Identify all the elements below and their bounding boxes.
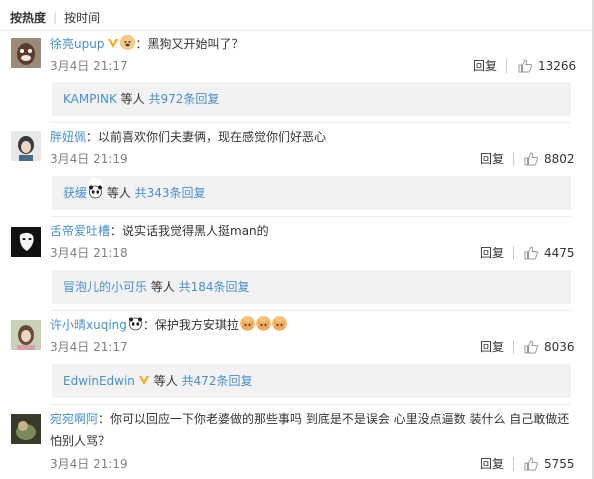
reply-button[interactable]: 回复: [480, 456, 504, 472]
thumbs-up-icon: [524, 246, 538, 260]
avatar[interactable]: [11, 414, 41, 444]
comment-line: 舌帝爱吐槽：说实话我觉得黑人挺man的: [50, 222, 269, 240]
sub-reply-names[interactable]: KAMPINK: [63, 92, 117, 106]
action-divider: [513, 246, 514, 260]
avatar-image-icon: [11, 131, 41, 161]
like-button[interactable]: 8036: [524, 339, 575, 355]
comment-text-continued: 怕别人骂？: [50, 434, 111, 448]
sub-reply-names[interactable]: 获缓: [63, 186, 87, 200]
avatar-image-icon: [11, 414, 41, 444]
sort-bar: 按热度 | 按时间: [10, 8, 100, 26]
action-divider: [506, 59, 507, 73]
avatar[interactable]: [11, 320, 41, 350]
avatar-image-icon: [11, 227, 41, 257]
comment-username[interactable]: 许小晴xuqing: [50, 318, 127, 332]
comment-divider: [50, 310, 571, 311]
avatar[interactable]: [11, 38, 41, 68]
sub-reply-names[interactable]: EdwinEdwin: [63, 374, 135, 388]
like-button[interactable]: 8802: [524, 151, 575, 167]
comment-text: ：你可以回应一下你老婆做的那些事吗 到底是不是误会 心里没点逼数 装什么 自己敢…: [98, 412, 570, 426]
like-button[interactable]: 5755: [524, 456, 575, 472]
avatar[interactable]: [11, 131, 41, 161]
comment-username[interactable]: 宛宛啊阿: [50, 412, 98, 426]
reply-button[interactable]: 回复: [473, 58, 497, 74]
thumbs-up-icon: [524, 340, 538, 354]
sub-reply-count[interactable]: 共972条回复: [148, 92, 219, 106]
comment-line: 许小晴xuqing ：保护我方安琪拉: [50, 316, 287, 334]
sub-reply-mid: 等人: [147, 280, 179, 294]
sort-separator: |: [53, 10, 58, 24]
action-divider: [513, 152, 514, 166]
like-count: 8036: [544, 340, 575, 354]
verified-v-icon: [108, 39, 119, 48]
comment-time: 3月4日 21:19: [50, 457, 128, 471]
comment-divider: [50, 216, 571, 217]
panda-emoji-icon: [88, 178, 104, 199]
dog-emoji-icon: [120, 35, 136, 50]
comment-username[interactable]: 舌帝爱吐槽: [50, 224, 110, 238]
thumbs-up-icon: [518, 59, 532, 73]
comment-time: 3月4日 21:17: [50, 340, 128, 354]
like-count: 13266: [538, 59, 577, 73]
comment-time: 3月4日 21:17: [50, 59, 128, 73]
cat-emoji-icon: [271, 316, 287, 331]
avatar-image-icon: [11, 320, 41, 350]
top-divider: [0, 30, 594, 31]
sub-reply-names[interactable]: 冒泡儿的小可乐: [63, 280, 147, 294]
comment-username[interactable]: 胖妞佩: [50, 130, 86, 144]
comment-divider: [50, 404, 571, 405]
comment-username[interactable]: 徐亮upup: [50, 37, 104, 51]
sub-reply-count[interactable]: 共472条回复: [182, 374, 253, 388]
thumbs-up-icon: [524, 152, 538, 166]
sort-by-hot[interactable]: 按热度: [10, 9, 46, 26]
sub-replies[interactable]: 获缓 等人 共343条回复: [52, 176, 571, 210]
reply-button[interactable]: 回复: [480, 151, 504, 167]
reply-button[interactable]: 回复: [480, 245, 504, 261]
comment-text: ：说实话我觉得黑人挺man的: [110, 224, 269, 238]
cat-emoji-icon: [239, 316, 255, 331]
cat-emoji-icon: [255, 316, 271, 331]
sub-reply-count[interactable]: 共343条回复: [135, 186, 206, 200]
like-button[interactable]: 4475: [524, 245, 575, 261]
like-count: 4475: [544, 246, 575, 260]
avatar-image-icon: [11, 38, 41, 68]
action-divider: [513, 457, 514, 471]
like-button[interactable]: 13266: [518, 58, 576, 74]
thumbs-up-icon: [524, 457, 538, 471]
sub-replies[interactable]: KAMPINK 等人 共972条回复: [52, 82, 571, 116]
reply-button[interactable]: 回复: [480, 339, 504, 355]
comment-text: ：保护我方安琪拉: [142, 318, 239, 332]
comment-time: 3月4日 21:18: [50, 246, 128, 260]
comment-divider: [50, 122, 571, 123]
comment-text: ：黑狗又开始叫了？: [135, 37, 244, 51]
verified-v-icon: [138, 376, 149, 385]
comment-text: ：以前喜欢你们夫妻俩，现在感觉你们好恶心: [86, 130, 327, 144]
comment-line: 宛宛啊阿：你可以回应一下你老婆做的那些事吗 到底是不是误会 心里没点逼数 装什么…: [50, 410, 569, 428]
comment-line: 徐亮upup ：黑狗又开始叫了？: [50, 35, 243, 53]
sub-reply-mid: 等人: [103, 186, 135, 200]
sort-by-time[interactable]: 按时间: [64, 9, 100, 26]
like-count: 8802: [544, 152, 575, 166]
like-count: 5755: [544, 457, 575, 471]
comment-line: 胖妞佩：以前喜欢你们夫妻俩，现在感觉你们好恶心: [50, 128, 326, 146]
sub-replies[interactable]: 冒泡儿的小可乐 等人 共184条回复: [52, 270, 571, 304]
action-divider: [513, 340, 514, 354]
comment-time: 3月4日 21:19: [50, 152, 128, 166]
sub-reply-count[interactable]: 共184条回复: [179, 280, 250, 294]
sub-replies[interactable]: EdwinEdwin 等人 共472条回复: [52, 364, 571, 398]
avatar[interactable]: [11, 227, 41, 257]
panda-emoji-icon: [127, 316, 143, 331]
sub-reply-mid: 等人: [116, 92, 149, 106]
sub-reply-mid: 等人: [149, 374, 182, 388]
